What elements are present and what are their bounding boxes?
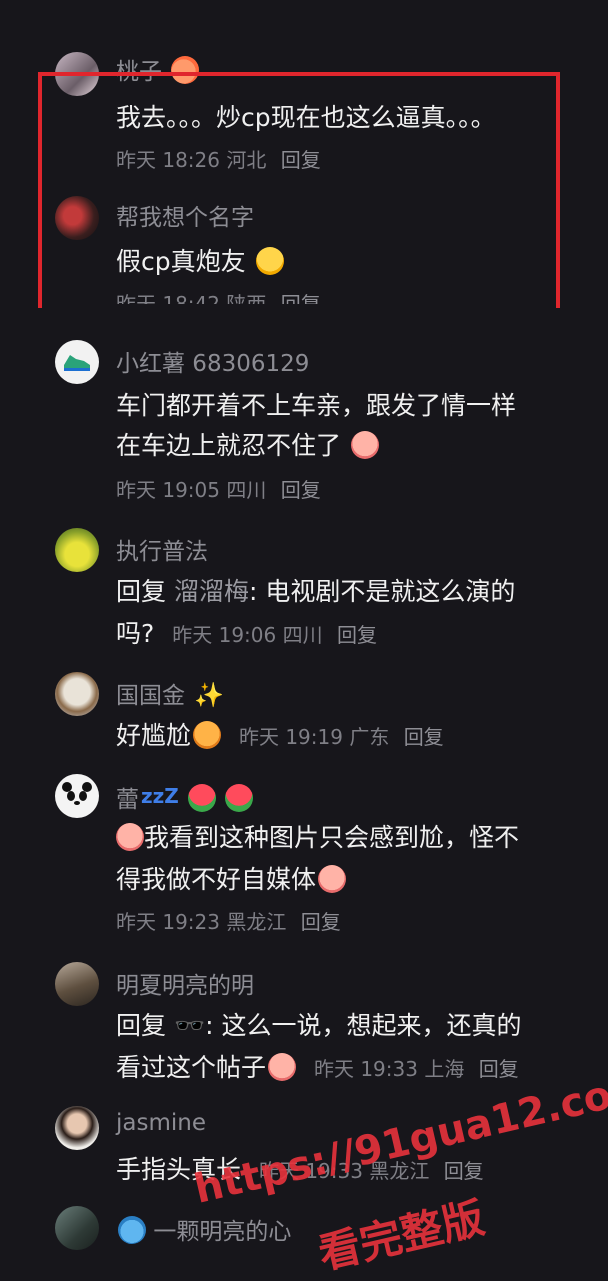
comment-meta: 昨天 19:19 广东 回复 xyxy=(239,725,444,749)
avatar[interactable] xyxy=(55,1206,99,1250)
crying-emoji-icon xyxy=(268,1053,297,1081)
crying-emoji-icon xyxy=(350,431,379,459)
avatar[interactable] xyxy=(55,774,99,818)
panda-icon xyxy=(62,782,92,805)
comment-text: 回复 🕶️: 这么一说，想起来，还真的 xyxy=(116,1006,521,1042)
username[interactable]: 国国金 ✨ xyxy=(116,676,224,710)
comment-time: 昨天 19:06 xyxy=(172,623,277,647)
comment-text-line2: 得我做不好自媒体 xyxy=(116,860,347,896)
comment-location: 广东 xyxy=(349,725,390,749)
comment-text: 我看到这种图片只会感到尬，怪不 xyxy=(116,818,519,854)
reply-prefix: 回复 xyxy=(116,1011,167,1040)
crying-emoji-icon xyxy=(116,823,144,851)
mention-link[interactable]: 溜溜梅 xyxy=(174,577,249,606)
mention-link[interactable]: 🕶️ xyxy=(174,1011,205,1040)
username[interactable]: 明夏明亮的明 xyxy=(116,966,254,1000)
username-text[interactable]: 国国金 xyxy=(116,683,185,709)
username[interactable]: 小红薯 68306129 xyxy=(116,344,309,378)
avatar[interactable] xyxy=(55,962,99,1006)
reply-button[interactable]: 回复 xyxy=(281,478,321,502)
comment-text-content: 吗? xyxy=(116,619,155,648)
watermelon-emoji-icon xyxy=(188,784,217,812)
avatar[interactable] xyxy=(55,528,99,572)
comment-text-content: 在车边上就忍不住了 xyxy=(116,431,342,460)
reply-prefix: 回复 xyxy=(116,577,167,606)
sneaker-icon xyxy=(64,355,90,371)
comment-meta: 昨天 19:23 黑龙江 回复 xyxy=(116,906,341,935)
comment-text-content: 看过这个帖子 xyxy=(116,1053,267,1082)
reply-button[interactable]: 回复 xyxy=(444,1159,484,1183)
comment-text-content: : 这么一说，想起来，还真的 xyxy=(205,1011,522,1040)
username[interactable]: 一颗明亮的心 xyxy=(116,1212,291,1246)
zzz-emoji-icon: zzZ xyxy=(141,784,179,808)
highlight-box xyxy=(38,72,560,308)
watermark-cta: 看完整版 xyxy=(314,1192,489,1279)
reply-button[interactable]: 回复 xyxy=(479,1057,519,1081)
comment-meta: 昨天 19:33 上海 回复 xyxy=(314,1057,519,1081)
comment-time: 昨天 19:19 xyxy=(238,725,343,749)
comment-time: 昨天 19:05 xyxy=(116,478,220,502)
avatar[interactable] xyxy=(55,1106,99,1150)
comment-meta: 昨天 19:05 四川 回复 xyxy=(116,474,321,503)
comment-text-line2: 吗? 昨天 19:06 四川 回复 xyxy=(116,614,377,650)
crying-emoji-icon xyxy=(318,865,347,893)
username[interactable]: 蕾 zzZ xyxy=(116,780,254,814)
highlight-clip xyxy=(42,304,556,320)
reply-button[interactable]: 回复 xyxy=(404,725,444,749)
comment-text-line2: 看过这个帖子 昨天 19:33 上海 回复 xyxy=(116,1048,519,1084)
username[interactable]: jasmine xyxy=(116,1110,206,1136)
comment-text-content: : 电视剧不是就这么演的 xyxy=(248,577,516,606)
comment-text-line2: 在车边上就忍不住了 xyxy=(116,426,379,462)
comment-text: 回复 溜溜梅: 电视剧不是就这么演的 xyxy=(116,572,515,608)
comment-time: 昨天 19:33 xyxy=(313,1057,418,1081)
reply-button[interactable]: 回复 xyxy=(301,910,341,934)
comment-location: 四川 xyxy=(282,623,323,647)
comment-text-content: 得我做不好自媒体 xyxy=(116,865,317,894)
cat-emoji-icon xyxy=(193,721,222,749)
comment-location: 黑龙江 xyxy=(226,910,287,934)
comment-text-content: 我看到这种图片只会感到尬，怪不 xyxy=(144,823,520,852)
username-text[interactable]: 一颗明亮的心 xyxy=(153,1219,291,1245)
avatar[interactable] xyxy=(55,340,99,384)
sparkles-emoji-icon: ✨ xyxy=(194,681,225,709)
watermark-url: https://91gua12.com xyxy=(190,1062,608,1213)
username-text[interactable]: 蕾 xyxy=(116,787,139,813)
username[interactable]: 执行普法 xyxy=(116,532,208,566)
whale-emoji-icon xyxy=(118,1216,146,1244)
comment-text: 好尴尬 昨天 19:19 广东 回复 xyxy=(116,716,444,752)
reply-button[interactable]: 回复 xyxy=(337,623,377,647)
watermelon-emoji-icon xyxy=(225,784,254,812)
comment-location: 四川 xyxy=(226,478,267,502)
comment-meta: 昨天 19:06 四川 回复 xyxy=(172,623,377,647)
comment-time: 昨天 19:23 xyxy=(116,910,220,934)
avatar[interactable] xyxy=(55,672,99,716)
comment-text-content: 好尴尬 xyxy=(116,721,192,750)
comment-text: 车门都开着不上车亲，跟发了情一样 xyxy=(116,391,517,420)
comment-location: 上海 xyxy=(424,1057,465,1081)
